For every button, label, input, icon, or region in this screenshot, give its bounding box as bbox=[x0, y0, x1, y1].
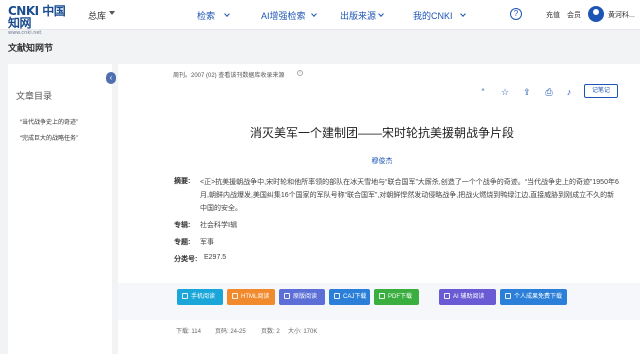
logo-url: www.cnki.net bbox=[8, 30, 42, 36]
article-panel: 周刊。2007 (02) 查看该刊数据库收录来源 ? “ ☆ ⇪ ⎙ ♪ 记笔记… bbox=[118, 64, 640, 354]
chevron-down-icon bbox=[378, 11, 384, 17]
star-icon[interactable]: ☆ bbox=[500, 87, 510, 98]
help-icon[interactable]: ? bbox=[510, 8, 522, 20]
info-icon[interactable]: ? bbox=[297, 70, 303, 76]
download-icon bbox=[334, 293, 340, 299]
page-title: 文献知网节 bbox=[8, 43, 54, 53]
table-of-contents-sidebar: 文章目录 “当代战争史上的奇迹” “完成巨大的战略任务” bbox=[8, 64, 112, 354]
share-icon[interactable]: ⇪ bbox=[522, 87, 532, 98]
author-name[interactable]: 穆俊杰 bbox=[372, 158, 393, 165]
logo-text: CNKI 中国知网 bbox=[8, 4, 66, 30]
original-read-button[interactable]: 原版阅读 bbox=[279, 289, 325, 305]
alert-icon[interactable]: ♪ bbox=[564, 87, 574, 97]
chevron-down-icon bbox=[224, 11, 230, 17]
page-count: 页数: 2 bbox=[261, 329, 280, 335]
ai-icon bbox=[444, 293, 450, 299]
book-icon bbox=[284, 293, 290, 299]
nav-search[interactable]: 检索 bbox=[197, 9, 215, 22]
download-toolbar: 手机阅读 HTML阅读 原版阅读 CAJ下载 PDF下载 AI 辅助阅读 个人成… bbox=[118, 283, 640, 320]
album-label: 专辑: bbox=[174, 222, 191, 229]
membership-link[interactable]: 会员 bbox=[567, 10, 581, 20]
collapse-sidebar-icon[interactable]: ‹ bbox=[106, 72, 116, 84]
ai-assisted-read-button[interactable]: AI 辅助阅读 bbox=[439, 289, 496, 305]
chevron-down-icon bbox=[460, 11, 466, 17]
abstract-text: <正>抗美援朝战争中,宋时轮和他所率领的部队在冰天雪地与“联合国军”大厮杀,创造… bbox=[200, 179, 619, 212]
pdf-download-button[interactable]: PDF下载 bbox=[374, 289, 419, 305]
cnki-logo[interactable]: CNKI 中国知网 www.cnki.net bbox=[8, 5, 72, 36]
journal-meta[interactable]: 周刊。2007 (02) 查看该刊数据库收录来源 bbox=[173, 70, 284, 79]
print-icon[interactable]: ⎙ bbox=[544, 87, 554, 98]
classification-value: E297.5 bbox=[204, 254, 227, 261]
chevron-down-icon bbox=[311, 11, 317, 17]
abstract-label: 摘要: bbox=[174, 178, 191, 185]
free-download-button[interactable]: 个人成果免费下载 bbox=[500, 289, 567, 305]
classification-label: 分类号: bbox=[174, 256, 198, 263]
quote-icon[interactable]: “ bbox=[478, 87, 488, 97]
top-navigation-bar: CNKI 中国知网 www.cnki.net 总库 检索 AI增强检索 出版来源… bbox=[0, 0, 640, 36]
code-icon bbox=[232, 293, 238, 299]
recharge-link[interactable]: 充值 bbox=[546, 10, 560, 20]
caj-download-button[interactable]: CAJ下载 bbox=[329, 289, 370, 305]
article-author[interactable]: 穆俊杰 bbox=[118, 156, 640, 166]
subject-label: 专题: bbox=[174, 239, 191, 246]
mobile-read-button[interactable]: 手机阅读 bbox=[177, 289, 223, 305]
nav-my-cnki[interactable]: 我的CNKI bbox=[413, 9, 453, 22]
avatar[interactable] bbox=[588, 6, 604, 22]
caret-down-icon[interactable] bbox=[109, 11, 115, 15]
take-note-button[interactable]: 记笔记 bbox=[584, 84, 618, 98]
pdf-icon bbox=[379, 293, 385, 299]
download-count: 下载: 114 bbox=[176, 329, 201, 335]
article-title: 消灭美军一个建制团——宋时轮抗美援朝战争片段 bbox=[249, 126, 514, 140]
nav-ai-search[interactable]: AI增强检索 bbox=[261, 9, 306, 22]
file-size: 大小: 170K bbox=[288, 329, 318, 335]
page-range: 页码: 24-25 bbox=[215, 329, 246, 335]
username[interactable]: 黄河科... bbox=[608, 10, 635, 20]
nav-publication-source[interactable]: 出版来源 bbox=[340, 9, 376, 22]
library-selector[interactable]: 总库 bbox=[88, 9, 106, 22]
toc-item[interactable]: “当代战争史上的奇迹” bbox=[20, 117, 78, 126]
toc-title: 文章目录 bbox=[16, 91, 53, 101]
album-value[interactable]: 社会科学Ⅰ辑 bbox=[200, 220, 237, 230]
toc-item[interactable]: “完成巨大的战略任务” bbox=[20, 133, 78, 142]
phone-icon bbox=[182, 293, 188, 299]
subject-value[interactable]: 军事 bbox=[200, 237, 214, 247]
download-icon bbox=[505, 293, 511, 299]
html-read-button[interactable]: HTML阅读 bbox=[227, 289, 275, 305]
